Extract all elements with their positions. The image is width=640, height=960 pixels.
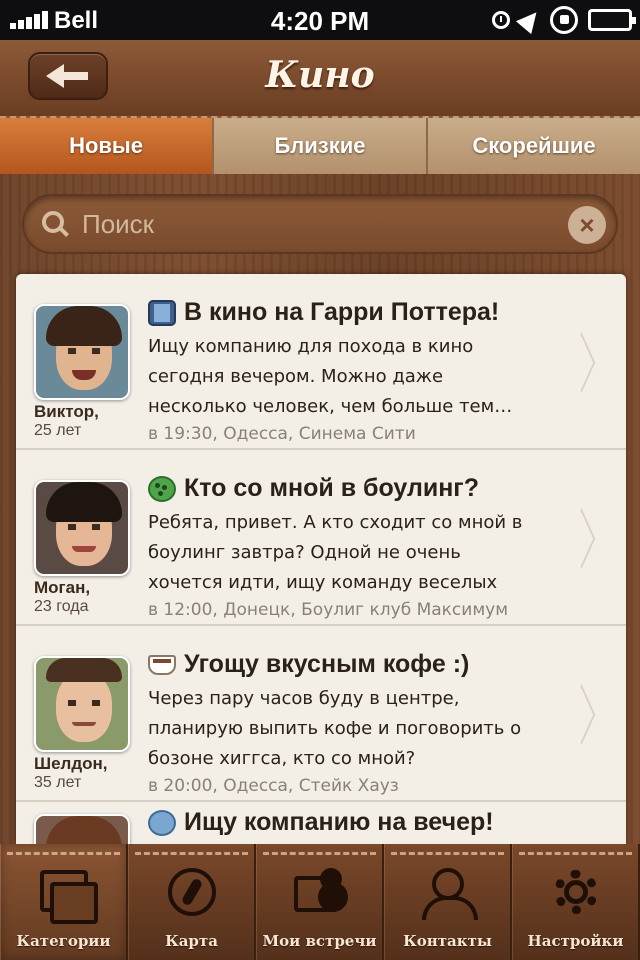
avatar <box>34 480 130 576</box>
search-icon <box>42 211 70 239</box>
author-name: Шелдон, <box>34 754 108 773</box>
listing-title-text: Ищу компанию на вечер! <box>184 808 494 836</box>
contacts-icon <box>420 868 478 920</box>
listing-description: Ищу компанию для похода в кино сегодня в… <box>148 336 513 417</box>
author-age: 23 года <box>34 598 89 615</box>
tabbar-label: Карта <box>165 932 218 950</box>
tabbar-item-contacts[interactable]: Контакты <box>384 844 512 960</box>
chevron-right-icon <box>566 332 596 392</box>
search-bar: × <box>22 194 618 254</box>
meetings-icon <box>292 868 348 920</box>
page-title: Кино <box>265 54 375 96</box>
tabbar-label: Контакты <box>403 932 492 950</box>
chevron-right-icon <box>566 508 596 568</box>
categories-icon <box>36 868 98 924</box>
author-name: Моган, <box>34 578 91 597</box>
tabbar-item-settings[interactable]: Настройки <box>512 844 640 960</box>
globe-icon <box>148 809 176 836</box>
author-name: Виктор, <box>34 402 99 421</box>
listing-title: В кино на Гарри Поттера! <box>148 298 499 327</box>
nav-bar: Кино <box>0 40 640 118</box>
status-bar: Bell 4:20 PM <box>0 0 640 40</box>
gear-icon <box>548 868 604 920</box>
tabbar-label: Мои встречи <box>262 932 377 950</box>
alarm-icon <box>492 11 510 29</box>
author-age: 35 лет <box>34 774 82 791</box>
listing-description: Ребята, привет. А кто сходит со мной в б… <box>148 512 523 593</box>
filter-tabs: Новые Близкие Скорейшие <box>0 118 640 174</box>
author-age: 25 лет <box>34 422 82 439</box>
tab-bar: Категории Карта Мои встречи Контакты Нас… <box>0 844 640 960</box>
avatar <box>34 656 130 752</box>
lock-rotation-icon <box>550 6 578 34</box>
tab-new[interactable]: Новые <box>0 118 214 174</box>
coffee-cup-icon <box>148 654 176 675</box>
list-item[interactable]: Моган, 23 года Кто со мной в боулинг? Ре… <box>16 450 626 626</box>
compass-icon <box>164 868 220 920</box>
listing-title-text: Угощу вкусным кофе :) <box>184 650 470 678</box>
tabbar-label: Настройки <box>527 932 624 950</box>
film-icon <box>148 299 176 326</box>
list-item[interactable]: Шелдон, 35 лет Угощу вкусным кофе :) Чер… <box>16 626 626 802</box>
tab-soonest[interactable]: Скорейшие <box>428 118 640 174</box>
avatar <box>34 814 130 844</box>
listing-meta: в 12:00, Донецк, Боулиг клуб Максимум <box>148 600 509 620</box>
list-item[interactable]: Ищу компанию на вечер! <box>16 802 626 844</box>
listing-title: Ищу компанию на вечер! <box>148 808 494 837</box>
avatar <box>34 304 130 400</box>
listing-description: Через пару часов буду в центре, планирую… <box>148 688 522 769</box>
battery-icon <box>588 9 636 31</box>
location-icon <box>515 5 545 35</box>
tabbar-label: Категории <box>16 932 111 950</box>
search-input[interactable] <box>82 204 562 244</box>
listing-meta: в 20:00, Одесса, Стейк Хауз <box>148 776 399 796</box>
tabbar-item-my-meetings[interactable]: Мои встречи <box>256 844 384 960</box>
meetup-list: Виктор, 25 лет В кино на Гарри Поттера! … <box>16 274 626 844</box>
tabbar-item-categories[interactable]: Категории <box>0 844 128 960</box>
tabbar-item-map[interactable]: Карта <box>128 844 256 960</box>
listing-meta: в 19:30, Одесса, Синема Сити <box>148 424 416 444</box>
listing-title: Кто со мной в боулинг? <box>148 474 479 503</box>
listing-title: Угощу вкусным кофе :) <box>148 650 469 679</box>
listing-title-text: Кто со мной в боулинг? <box>184 474 479 502</box>
chevron-right-icon <box>566 684 596 744</box>
tab-nearby[interactable]: Близкие <box>214 118 428 174</box>
list-item[interactable]: Виктор, 25 лет В кино на Гарри Поттера! … <box>16 274 626 450</box>
listing-title-text: В кино на Гарри Поттера! <box>184 298 500 326</box>
clear-search-icon[interactable]: × <box>568 206 606 244</box>
bowling-icon <box>148 475 176 502</box>
